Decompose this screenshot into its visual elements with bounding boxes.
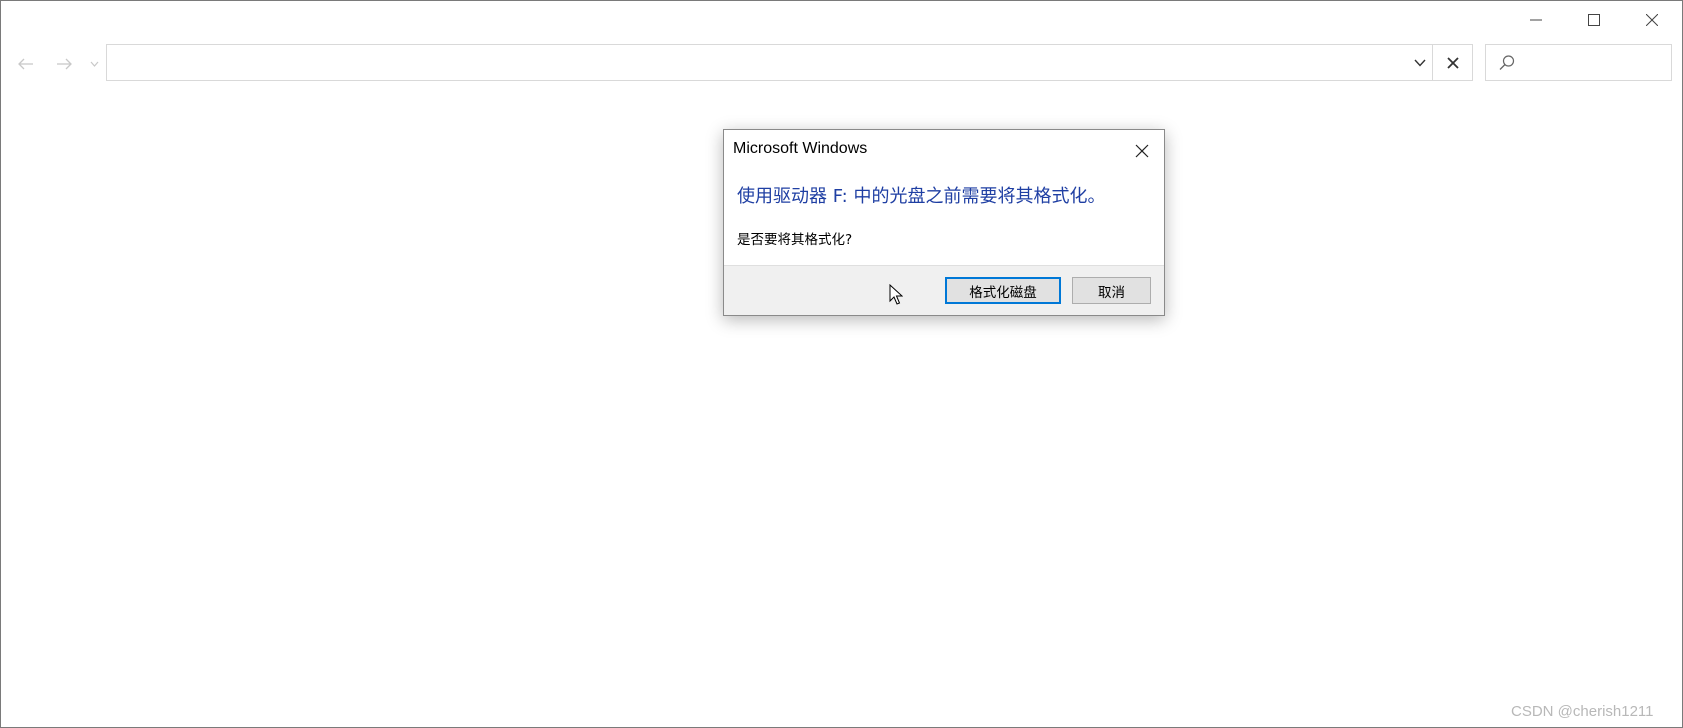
mouse-cursor-icon [889, 284, 903, 305]
chevron-down-icon [1414, 59, 1426, 67]
close-icon [1135, 144, 1149, 158]
arrow-right-icon [57, 58, 72, 70]
address-dropdown-button[interactable] [1407, 45, 1433, 80]
back-button[interactable] [13, 51, 39, 77]
maximize-button[interactable] [1565, 1, 1623, 39]
format-disk-button[interactable]: 格式化磁盘 [945, 277, 1061, 304]
minimize-icon [1530, 19, 1542, 21]
address-bar[interactable] [106, 44, 1433, 81]
address-clear-button[interactable] [1433, 44, 1473, 81]
cancel-button[interactable]: 取消 [1072, 277, 1151, 304]
window-close-button[interactable] [1623, 1, 1681, 39]
close-icon [1646, 14, 1658, 26]
search-box[interactable] [1485, 44, 1672, 81]
search-icon [1499, 55, 1515, 70]
explorer-window: Microsoft Windows 使用驱动器 F: 中的光盘之前需要将其格式化… [0, 0, 1683, 728]
dialog-title: Microsoft Windows [733, 140, 868, 157]
arrow-left-icon [18, 58, 33, 70]
dialog-close-button[interactable] [1128, 137, 1156, 165]
watermark: CSDN @cherish1211 [1511, 703, 1654, 720]
dialog-content: 是否要将其格式化? [737, 232, 853, 248]
close-icon [1446, 56, 1459, 69]
chevron-down-icon [90, 61, 98, 67]
dialog-button-bar: 格式化磁盘 取消 [724, 265, 1164, 315]
recent-locations-button[interactable] [87, 51, 101, 77]
minimize-button[interactable] [1507, 1, 1565, 39]
dialog-main-instruction: 使用驱动器 F: 中的光盘之前需要将其格式化。 [737, 186, 1106, 207]
address-input[interactable] [113, 49, 1407, 78]
maximize-icon [1588, 14, 1600, 26]
forward-button[interactable] [51, 51, 77, 77]
search-input[interactable] [1524, 50, 1668, 77]
format-disk-dialog: Microsoft Windows 使用驱动器 F: 中的光盘之前需要将其格式化… [723, 129, 1165, 316]
